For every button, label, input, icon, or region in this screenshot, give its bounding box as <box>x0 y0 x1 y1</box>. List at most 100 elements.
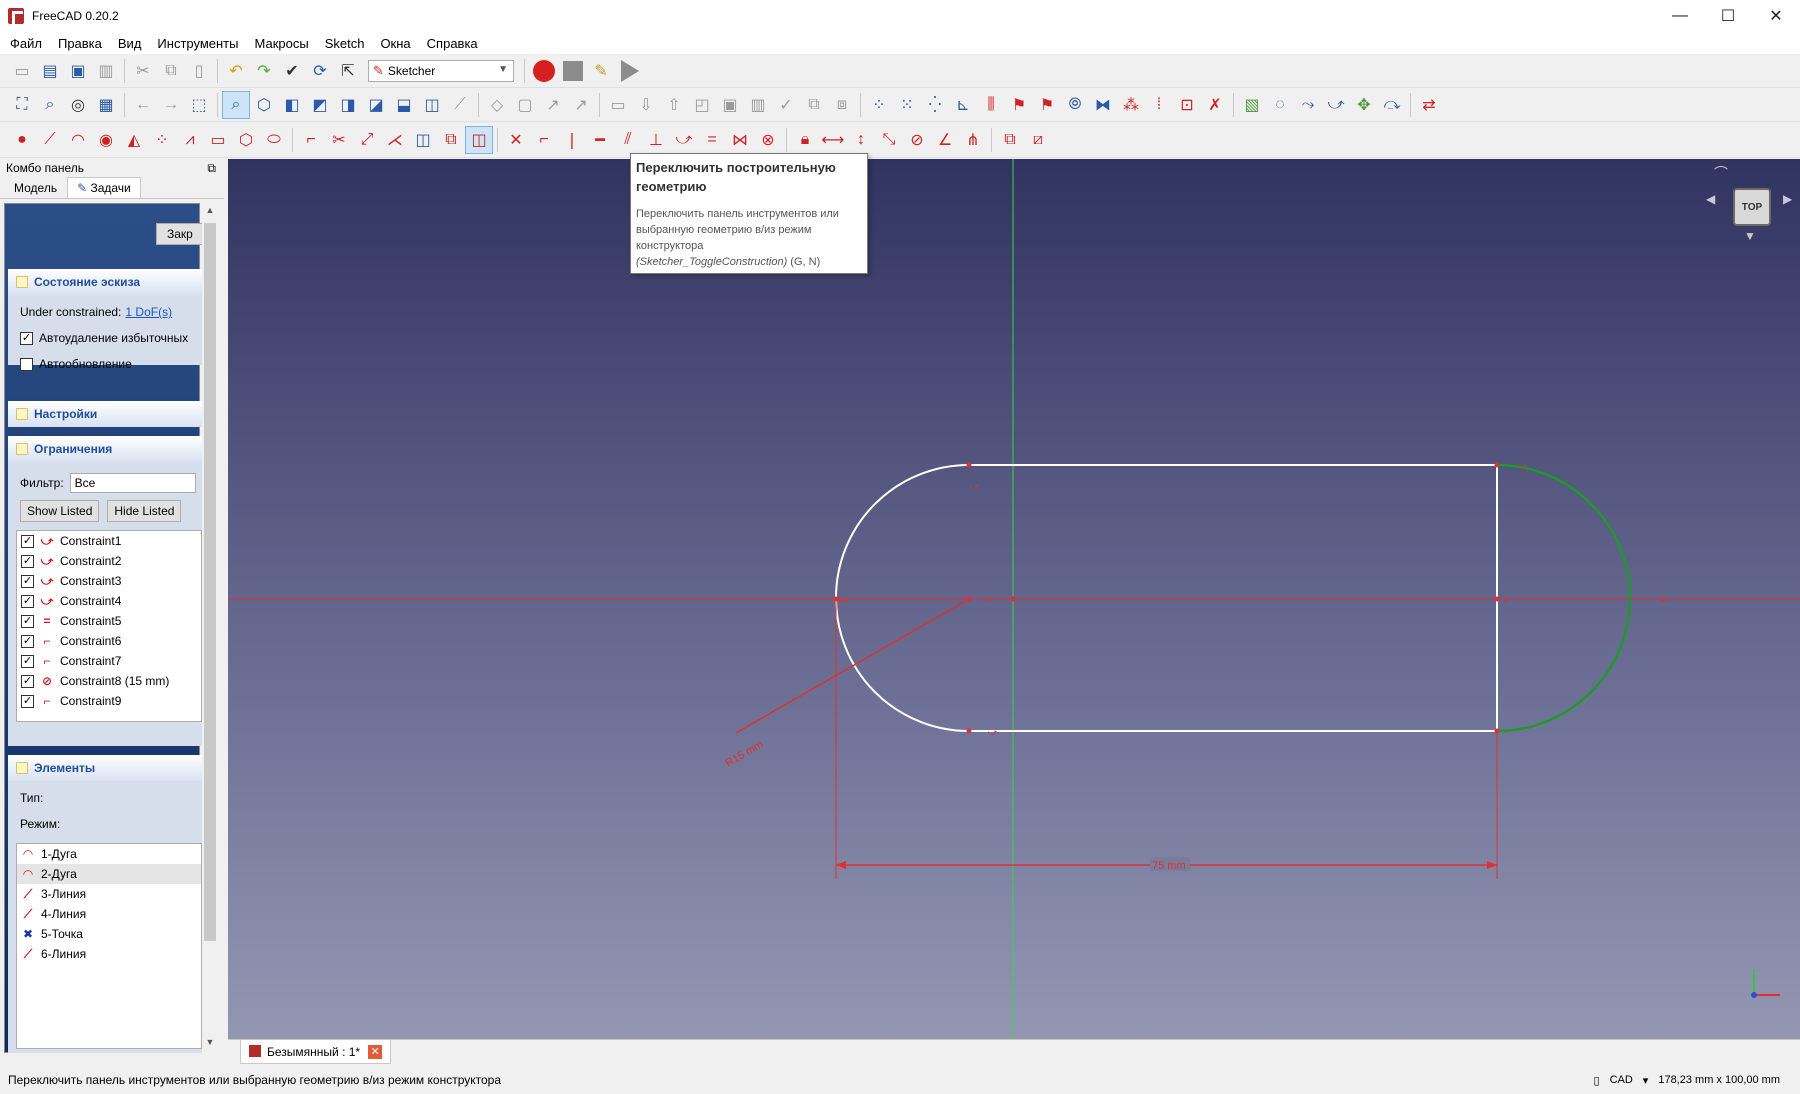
constrain-coincident-icon[interactable]: ✕ <box>502 126 530 154</box>
constrain-lock-icon[interactable]: 🔒︎ <box>791 126 819 154</box>
sketch-validate-icon[interactable]: ✓ <box>772 91 800 119</box>
copy-icon[interactable]: ⧉ <box>157 57 185 85</box>
sketch-state-header[interactable]: Состояние эскиза <box>8 269 202 295</box>
constraint-row-9[interactable]: ✓ ⌐ Constraint9 <box>17 691 201 711</box>
navcube-rotate-icon[interactable]: ⌒ <box>1714 163 1728 183</box>
forward-icon[interactable]: → <box>157 91 185 119</box>
link-actions-icon[interactable]: ↗ <box>567 91 595 119</box>
constrain-radius-icon[interactable]: ⊘ <box>903 126 931 154</box>
close-window-button[interactable]: ✕ <box>1752 0 1800 32</box>
sketch-viewport[interactable]: R15 mm 75 mm ⤻ ⌐ ⋈ ⤻ ⌐ ⤻ ⇤ ⌒ ◀ ▶ ▼ <box>228 159 1800 1039</box>
auto-update-checkbox[interactable] <box>20 357 33 371</box>
constraint-row-6[interactable]: ✓ ⌐ Constraint6 <box>17 631 201 651</box>
arc-center[interactable] <box>966 596 972 602</box>
polyline-tool-icon[interactable]: ⩘ <box>176 126 204 154</box>
constrain-snell-icon[interactable]: ⋔ <box>959 126 987 154</box>
virtual-space-icon[interactable]: ⇄ <box>1415 91 1443 119</box>
tab-model[interactable]: Модель <box>4 177 67 198</box>
arc-center[interactable] <box>1494 596 1500 602</box>
extend-tool-icon[interactable]: ⤢ <box>353 126 381 154</box>
sketch-merge-icon[interactable]: ⧉ <box>800 91 828 119</box>
task-panel-scrollbar[interactable]: ▲ ▼ <box>202 203 218 1053</box>
vertex[interactable] <box>1494 728 1500 734</box>
sketch-new-icon[interactable]: ▭ <box>604 91 632 119</box>
constraint-row-3[interactable]: ✓ ⤻ Constraint3 <box>17 571 201 591</box>
menu-sketch[interactable]: Sketch <box>317 36 373 51</box>
vertex[interactable] <box>966 728 972 734</box>
constraint-visible-checkbox[interactable]: ✓ <box>21 634 34 648</box>
radius-dimension-line[interactable] <box>735 598 970 734</box>
line-tool-icon[interactable]: ⟋ <box>36 126 64 154</box>
link-icon[interactable]: ⬚ <box>185 91 213 119</box>
bspline-tool-icon[interactable]: ⁘ <box>148 126 176 154</box>
bspline-degree-icon[interactable]: ▧ <box>1238 91 1266 119</box>
auto-remove-checkbox[interactable]: ✓ <box>20 331 33 345</box>
menu-view[interactable]: Вид <box>110 36 150 51</box>
maximize-button[interactable]: ☐ <box>1704 0 1752 32</box>
select-elements-icon[interactable]: ⁛ <box>921 91 949 119</box>
element-row-6[interactable]: ⟋ 6-Линия <box>17 944 201 964</box>
navigation-cube[interactable]: TOP <box>1733 188 1771 226</box>
dof-link[interactable]: 1 DoF(s) <box>125 305 172 319</box>
sketch-mirror-icon[interactable]: ⧈ <box>828 91 856 119</box>
scroll-up-icon[interactable]: ▲ <box>204 205 216 219</box>
zoom-icon[interactable]: ⌕ <box>222 90 250 119</box>
element-row-3[interactable]: ⟋ 3-Линия <box>17 884 201 904</box>
navcube-down-arrow-icon[interactable]: ▼ <box>1744 229 1756 243</box>
trim-tool-icon[interactable]: ✂ <box>325 126 353 154</box>
macro-run-icon[interactable] <box>621 59 639 82</box>
draw-style-icon[interactable]: ◎ <box>64 91 92 119</box>
scroll-thumb[interactable] <box>204 223 216 941</box>
navigation-style[interactable]: CAD <box>1610 1074 1633 1086</box>
remove-axes-icon[interactable]: ⊡ <box>1173 91 1201 119</box>
filter-select[interactable]: Все <box>69 473 196 493</box>
constraint-row-4[interactable]: ✓ ⤻ Constraint4 <box>17 591 201 611</box>
sketch-canvas[interactable]: R15 mm 75 mm ⤻ ⌐ ⋈ ⤻ ⌐ ⤻ ⇤ <box>228 159 1800 1039</box>
constraint-visible-checkbox[interactable]: ✓ <box>21 674 34 688</box>
group-icon[interactable]: ▢ <box>511 91 539 119</box>
constraint-row-1[interactable]: ✓ ⤻ Constraint1 <box>17 531 201 551</box>
constraint-row-8[interactable]: ✓ ⊘ Constraint8 (15 mm) <box>17 671 201 691</box>
constrain-vertical-icon[interactable]: ❘ <box>558 126 586 154</box>
back-icon[interactable]: ← <box>129 91 157 119</box>
view-top-icon[interactable]: ◩ <box>306 91 334 119</box>
macro-stop-icon[interactable] <box>563 60 583 81</box>
sketch-leave-icon[interactable]: ⇩ <box>632 91 660 119</box>
radius-dimension-label[interactable]: R15 mm <box>724 738 766 769</box>
vertex[interactable] <box>966 462 972 468</box>
tab-tasks[interactable]: ✎ Задачи <box>67 177 141 198</box>
split-tool-icon[interactable]: ⋌ <box>381 126 409 154</box>
sketch-view-icon[interactable]: ⇧ <box>660 91 688 119</box>
undo-icon[interactable]: ↶ <box>222 57 250 85</box>
select-origin-icon[interactable]: ⊾ <box>949 91 977 119</box>
select-constraints-icon[interactable]: ⚑ <box>1033 91 1061 119</box>
constrain-tangent-icon[interactable]: ⤻ <box>670 126 698 154</box>
rectangular-array-icon[interactable]: ⁞ <box>1145 91 1173 119</box>
part-icon[interactable]: ◇ <box>483 91 511 119</box>
open-file-icon[interactable]: ▤ <box>36 57 64 85</box>
bspline-insert-knot-icon[interactable]: ⤼ <box>1378 91 1406 119</box>
menu-file[interactable]: Файл <box>2 36 50 51</box>
constraint-visible-checkbox[interactable]: ✓ <box>21 554 34 568</box>
view-front-icon[interactable]: ◧ <box>278 91 306 119</box>
rectangle-tool-icon[interactable]: ▭ <box>204 126 232 154</box>
cut-icon[interactable]: ✂ <box>129 57 157 85</box>
symmetry-icon[interactable]: ⧓ <box>1089 91 1117 119</box>
bspline-comb-icon[interactable]: ⤳ <box>1294 91 1322 119</box>
nav-style-chevron-icon[interactable]: ▾ <box>1643 1074 1649 1087</box>
point-tool-icon[interactable]: ● <box>8 126 36 154</box>
left-arc[interactable] <box>835 464 970 732</box>
constrain-perpendicular-icon[interactable]: ⊥ <box>642 126 670 154</box>
refresh-check-icon[interactable]: ✔ <box>278 57 306 85</box>
constraint-visible-checkbox[interactable]: ✓ <box>21 574 34 588</box>
refresh-icon[interactable]: ⟳ <box>306 57 334 85</box>
bspline-polygon-icon[interactable]: ◌ <box>1266 91 1294 119</box>
restore-internal-icon[interactable]: ⦾ <box>1061 91 1089 119</box>
constraint-visible-checkbox[interactable]: ✓ <box>21 534 34 548</box>
constraint-row-5[interactable]: ✓ = Constraint5 <box>17 611 201 631</box>
constrain-point-on-object-icon[interactable]: ⌐ <box>530 126 558 154</box>
navcube-right-arrow-icon[interactable]: ▶ <box>1783 192 1792 206</box>
slot-tool-icon[interactable]: ⬭ <box>260 126 288 154</box>
new-file-icon[interactable]: ▭ <box>8 57 36 85</box>
delete-all-geometry-icon[interactable]: ✗ <box>1201 91 1229 119</box>
